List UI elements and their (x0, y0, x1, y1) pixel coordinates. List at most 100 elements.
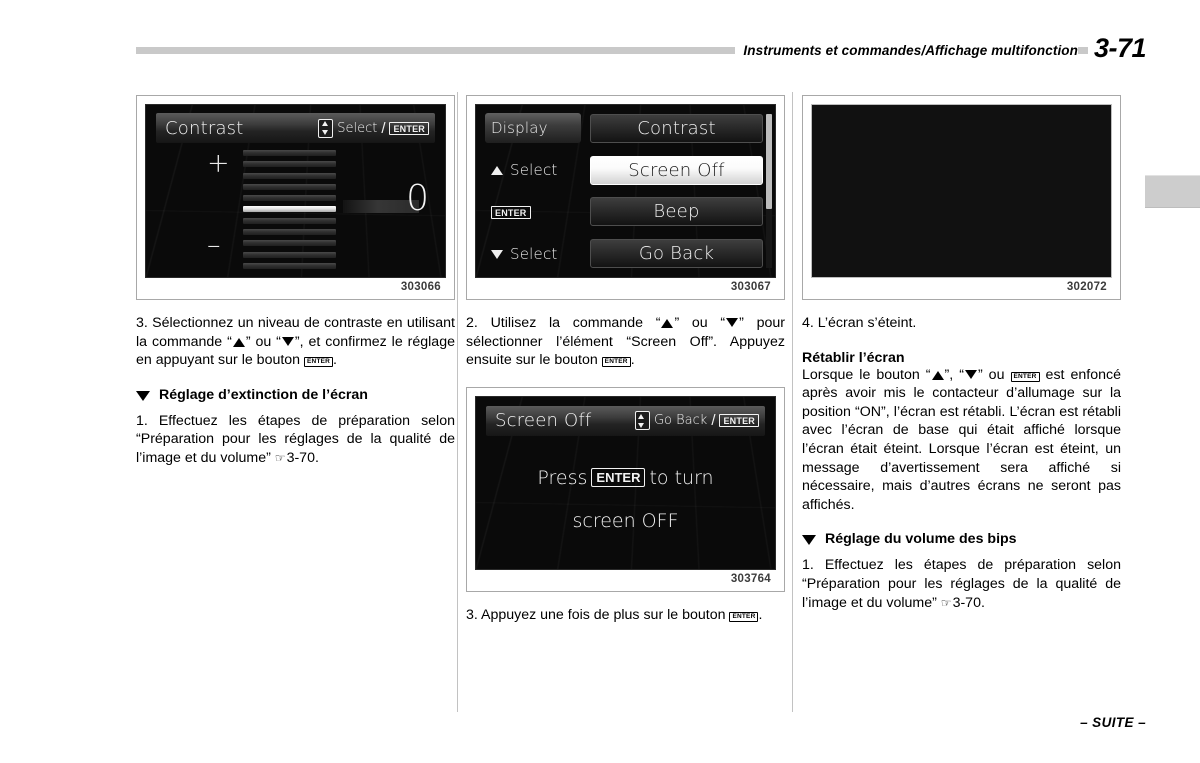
figure-caption: 302072 (1066, 281, 1107, 293)
enter-key-icon: ENTER (719, 414, 759, 428)
triangle-up-icon (661, 319, 674, 328)
screenoff-hint-group: Go Back / ENTER (634, 411, 759, 431)
contrast-slider[interactable] (243, 150, 336, 269)
menu-left-label-select-down: Select (510, 245, 558, 263)
screenoff-msg-after: to turn (649, 466, 714, 489)
enter-key-icon: ENTER (1010, 371, 1040, 382)
contrast-titlebar: Contrast Select / ENTER (156, 113, 435, 143)
col3-restore-part-a: Lorsque le bouton “ (802, 366, 931, 383)
col3-step-4: 4. L’écran s’éteint. (802, 315, 917, 331)
col1-step1-ref: 3-70. (286, 449, 319, 466)
chapter-tab-marker (1145, 175, 1200, 208)
col2-step3-period: . (758, 606, 763, 623)
col2-step-3: 3. Appuyez une fois de plus sur le bouto… (466, 606, 785, 625)
page-number: 3-71 (1087, 33, 1147, 64)
triangle-up-icon (232, 337, 245, 347)
menu-option-label: Screen Off (628, 159, 725, 181)
menu-left-column: Display Select ENTER Select (476, 105, 586, 277)
slider-segment (243, 183, 336, 190)
figure-caption: 303067 (730, 281, 771, 293)
header-title: Instruments et commandes/Affichage multi… (735, 43, 1078, 58)
menu-option-label: Contrast (637, 118, 716, 139)
figure-blank-screen: 302072 (802, 95, 1121, 300)
figure-screen-off: Screen Off Go Back / ENTER Press ENTER to … (466, 386, 785, 592)
menu-left-item-display[interactable]: Display (485, 113, 581, 143)
triangle-down-icon (964, 369, 977, 379)
enter-key-icon: ENTER (729, 611, 759, 622)
figure-caption: 303066 (400, 281, 441, 293)
menu-left-item-enter[interactable]: ENTER (485, 197, 581, 227)
enter-key-icon: ENTER (304, 357, 334, 368)
col2-step-2: 2. Utilisez la commande “” ou “” pour sé… (466, 314, 785, 370)
contrast-hint-select: Select (337, 120, 378, 136)
col1-step-3: 3. Sélectionnez un niveau de contraste e… (136, 314, 455, 370)
footer-continued: – SUITE – (1080, 715, 1146, 730)
triangle-down-icon (281, 336, 294, 346)
enter-key-icon: ENTER (601, 357, 631, 368)
screenoff-msg-before: Press (537, 466, 588, 489)
figure-display-menu: Display Select ENTER Select Contrast Scr… (466, 95, 785, 300)
up-down-arrows-icon (318, 118, 334, 138)
screenoff-titlebar: Screen Off Go Back / ENTER (486, 405, 765, 436)
figure-caption: 303764 (730, 572, 771, 585)
col3-restore-part-c: ” ou (977, 366, 1011, 383)
triangle-down-bullet-icon (136, 390, 150, 401)
col2-step2-part-a: 2. Utilisez la commande “ (466, 315, 661, 331)
hint-separator: / (711, 412, 716, 430)
menu-scrollbar[interactable] (766, 114, 772, 268)
col3-heading-restore: Rétablir l’écran (802, 349, 905, 366)
triangle-up-icon (931, 370, 944, 380)
screenoff-message-line-2: screen OFF (572, 509, 679, 532)
menu-option-contrast[interactable]: Contrast (590, 114, 763, 143)
screenoff-hint-goback: Go Back (653, 413, 708, 429)
contrast-plus-label: + (207, 148, 230, 179)
triangle-down-bullet-icon (802, 535, 816, 546)
column-2: Display Select ENTER Select Contrast Scr… (466, 95, 785, 624)
triangle-up-icon (491, 165, 503, 175)
slider-segment (243, 229, 336, 236)
lcd-screen-off-screen: Screen Off Go Back / ENTER Press ENTER to … (475, 395, 776, 570)
col3-restore-paragraph: Lorsque le bouton “ ”, “ ” ou ENTER est en… (802, 366, 1121, 515)
lcd-display-menu-screen: Display Select ENTER Select Contrast Scr… (475, 104, 776, 278)
menu-left-item-select-up[interactable]: Select (485, 155, 581, 185)
enter-key-icon: ENTER (491, 205, 531, 219)
slider-segment (243, 195, 336, 202)
up-down-arrows-icon (634, 411, 650, 431)
col1-step-1: 1. Effectuez les étapes de préparation s… (136, 412, 455, 468)
col1-step3-part-b: ” ou “ (245, 333, 281, 350)
contrast-title: Contrast (165, 117, 244, 139)
figure-contrast: Contrast Select / ENTER + – 0 303066 (136, 95, 455, 300)
menu-option-label: Beep (653, 201, 700, 223)
enter-key-icon: ENTER (591, 467, 646, 487)
col2-step2-part-b: ” ou “ (674, 315, 726, 331)
menu-option-go-back[interactable]: Go Back (590, 238, 763, 268)
col1-heading-screen-off: Réglage d’extinction de l’écran (136, 387, 455, 403)
lcd-contrast-screen: Contrast Select / ENTER + – 0 (145, 104, 446, 278)
triangle-down-icon (726, 318, 739, 327)
menu-option-list: Contrast Screen Off Beep Go Back (586, 105, 775, 277)
menu-left-label-select-up: Select (510, 161, 558, 179)
contrast-value: 0 (406, 178, 429, 219)
page-header: Instruments et commandes/Affichage multi… (0, 0, 1200, 70)
hint-separator: / (381, 119, 386, 137)
col1-heading-screen-off-label: Réglage d’extinction de l’écran (159, 386, 368, 403)
column-3: 302072 4. L’écran s’éteint. Rétablir l’é… (802, 95, 1121, 612)
pointing-hand-icon: ☞ (274, 450, 286, 465)
col2-step3-text: 3. Appuyez une fois de plus sur le bouto… (466, 606, 730, 623)
pointing-hand-icon: ☞ (940, 595, 952, 610)
menu-option-screen-off[interactable]: Screen Off (590, 155, 763, 185)
contrast-hint-group: Select / ENTER (318, 118, 429, 138)
col3-step-1: 1. Effectuez les étapes de préparation s… (802, 556, 1121, 612)
slider-segment (243, 262, 336, 269)
slider-segment (243, 150, 336, 156)
col3-step1-ref: 3-70. (952, 594, 985, 611)
menu-left-label-display: Display (491, 119, 548, 137)
slider-segment (243, 240, 336, 247)
menu-left-item-select-down[interactable]: Select (485, 239, 581, 269)
screenoff-title: Screen Off (495, 410, 592, 432)
slider-segment (243, 217, 336, 224)
menu-option-beep[interactable]: Beep (590, 197, 763, 227)
enter-key-icon: ENTER (389, 121, 429, 135)
menu-scrollbar-thumb[interactable] (766, 114, 772, 210)
slider-segment-active (243, 206, 336, 213)
